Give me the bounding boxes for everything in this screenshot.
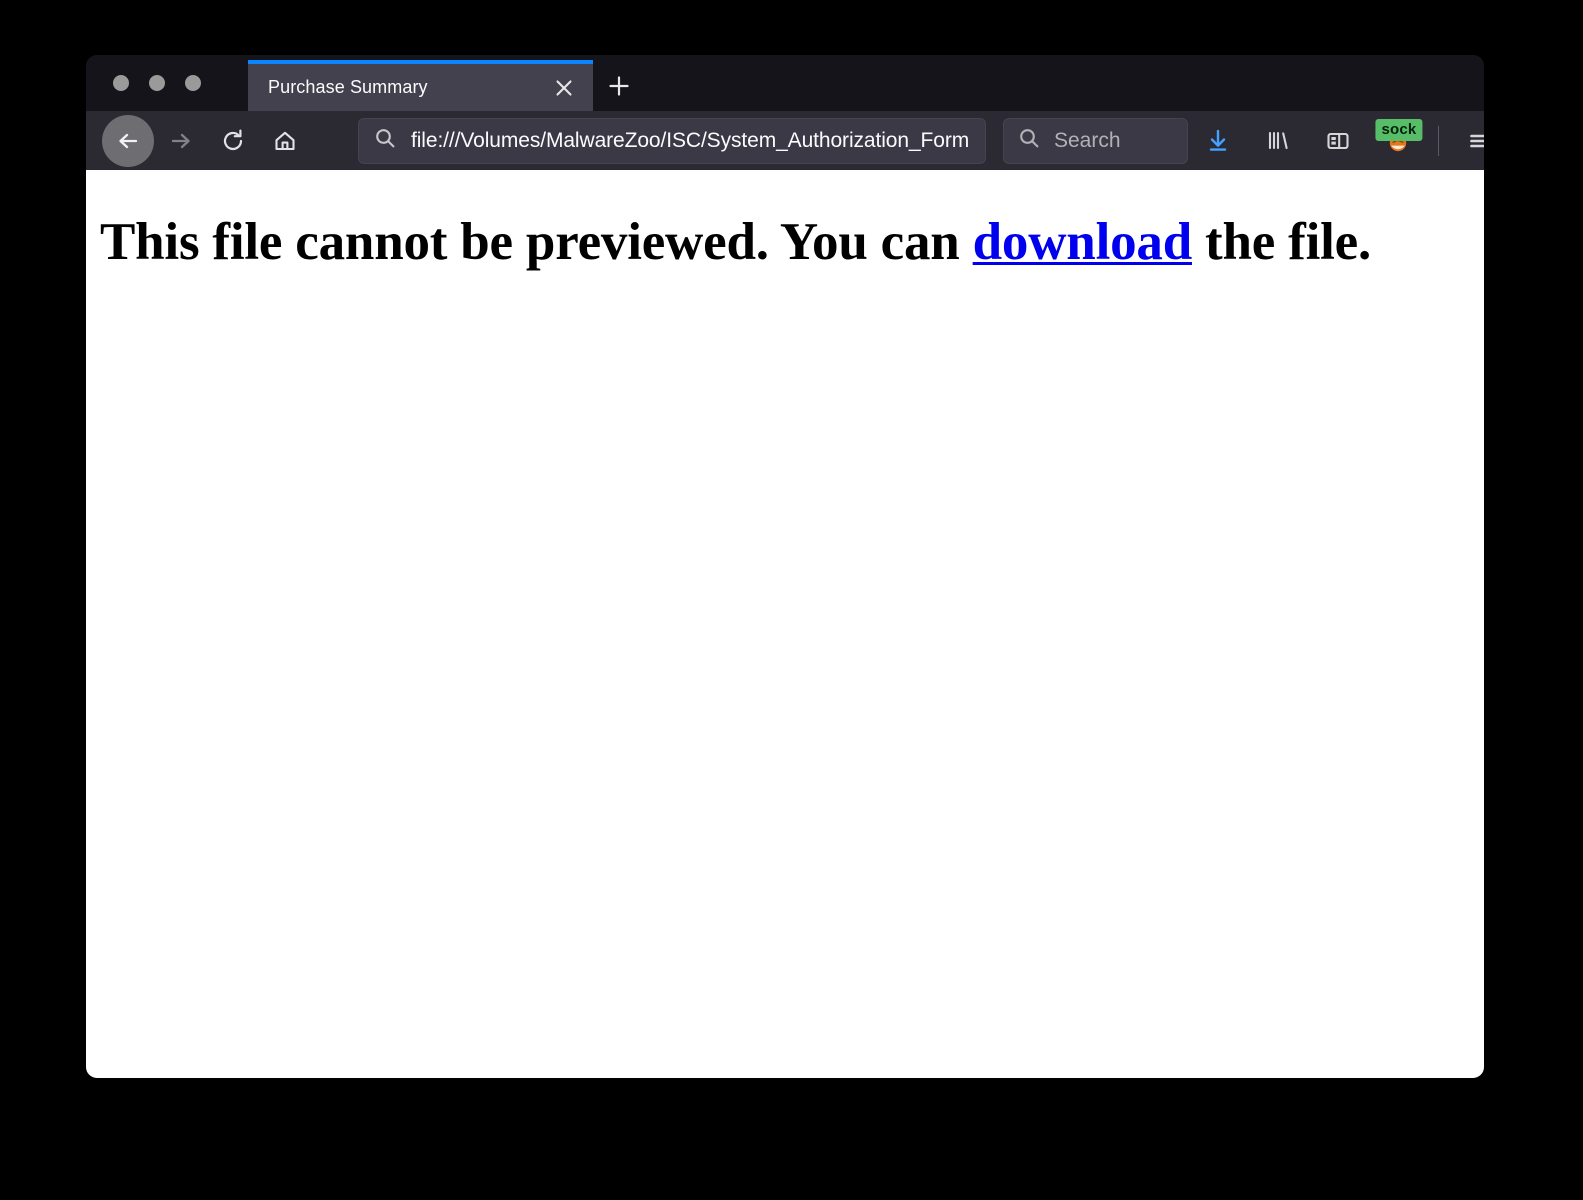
library-icon[interactable]: [1255, 118, 1301, 164]
heading-text-after: the file.: [1191, 213, 1372, 271]
forward-button[interactable]: [158, 118, 204, 164]
navigation-toolbar: file:///Volumes/MalwareZoo/ISC/System_Au…: [86, 111, 1484, 170]
search-icon: [1017, 126, 1041, 155]
address-bar[interactable]: file:///Volumes/MalwareZoo/ISC/System_Au…: [358, 117, 986, 164]
window-close-button[interactable]: [113, 75, 129, 91]
close-icon[interactable]: [549, 73, 579, 103]
page-title: This file cannot be previewed. You can d…: [100, 212, 1470, 273]
search-bar[interactable]: Search: [1003, 117, 1188, 164]
search-icon: [373, 126, 397, 155]
toolbar-right-icons: sock: [1188, 118, 1484, 164]
container-account-icon[interactable]: sock: [1375, 118, 1423, 164]
heading-text-before: This file cannot be previewed. You can: [100, 213, 973, 271]
tab-title: Purchase Summary: [268, 77, 428, 97]
tab-strip: Purchase Summary: [86, 55, 1484, 111]
browser-window: Purchase Summary file:///Volumes/Malware…: [86, 55, 1484, 1078]
toolbar-separator: [1438, 125, 1439, 156]
window-traffic-lights: [86, 55, 248, 111]
back-button[interactable]: [102, 114, 154, 167]
hamburger-menu-icon[interactable]: [1456, 118, 1484, 164]
container-badge: sock: [1375, 118, 1423, 141]
window-zoom-button[interactable]: [185, 75, 201, 91]
downloads-icon[interactable]: [1195, 118, 1241, 164]
home-button[interactable]: [262, 118, 308, 164]
tab-purchase-summary[interactable]: Purchase Summary: [248, 60, 593, 111]
page-content: This file cannot be previewed. You can d…: [86, 170, 1484, 1078]
new-tab-button[interactable]: [593, 60, 645, 111]
address-bar-url: file:///Volumes/MalwareZoo/ISC/System_Au…: [411, 128, 970, 152]
search-input-placeholder: Search: [1054, 128, 1121, 152]
reload-button[interactable]: [210, 118, 256, 164]
download-link[interactable]: download: [973, 213, 1193, 271]
window-minimize-button[interactable]: [149, 75, 165, 91]
sidebar-icon[interactable]: [1315, 118, 1361, 164]
